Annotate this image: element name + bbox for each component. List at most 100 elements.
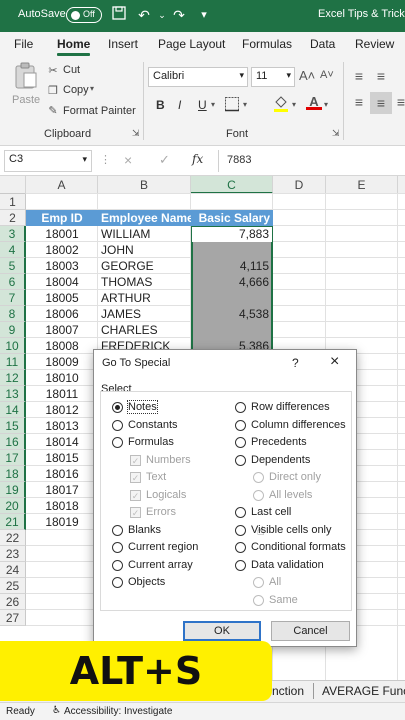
cell-employee-name[interactable]: THOMAS: [98, 274, 191, 290]
option-radio[interactable]: [235, 402, 246, 413]
tab-insert[interactable]: Insert: [108, 37, 138, 51]
row-header[interactable]: 12: [0, 370, 26, 386]
option-label[interactable]: Dependents: [251, 454, 310, 466]
cancel-entry-icon[interactable]: ×: [124, 152, 132, 168]
cell-emp-id[interactable]: 18017: [26, 482, 98, 498]
underline-button[interactable]: U: [198, 98, 207, 112]
cell-emp-id[interactable]: 18015: [26, 450, 98, 466]
option-label[interactable]: Notes: [127, 400, 158, 414]
row-header[interactable]: 11: [0, 354, 26, 370]
tab-formulas[interactable]: Formulas: [242, 37, 292, 51]
column-header-b[interactable]: B: [98, 176, 191, 194]
row-header[interactable]: 13: [0, 386, 26, 402]
cell-emp-id[interactable]: 18019: [26, 514, 98, 530]
cell-basic-salary[interactable]: [192, 290, 272, 306]
undo-icon[interactable]: ↶: [135, 6, 153, 24]
option-radio[interactable]: [235, 437, 246, 448]
option-radio[interactable]: [112, 542, 123, 553]
option-radio[interactable]: [235, 454, 246, 466]
save-icon[interactable]: [110, 6, 128, 24]
cut-icon[interactable]: ✂: [46, 64, 60, 77]
row-header[interactable]: 16: [0, 434, 26, 450]
option-radio[interactable]: [112, 524, 123, 536]
option-radio[interactable]: [112, 577, 123, 588]
tab-data[interactable]: Data: [310, 37, 335, 51]
cell-employee-name[interactable]: WILLIAM: [98, 226, 191, 242]
row-header[interactable]: 25: [0, 578, 26, 594]
name-box-dropdown-icon[interactable]: ▾: [82, 154, 87, 165]
header-cell-employee-name[interactable]: Employee Name: [98, 210, 191, 226]
option-radio[interactable]: [235, 507, 246, 518]
cell-emp-id[interactable]: 18001: [26, 226, 98, 242]
option-label[interactable]: Conditional formats: [251, 541, 346, 553]
column-header-d[interactable]: D: [273, 176, 326, 194]
column-header-e[interactable]: E: [326, 176, 398, 194]
insert-function-button[interactable]: fx: [192, 152, 203, 166]
cut-button[interactable]: Cut: [63, 64, 80, 76]
tab-page-layout[interactable]: Page Layout: [158, 37, 225, 51]
sheet-tab-function[interactable]: nction: [272, 684, 304, 698]
align-right-icon[interactable]: ≡: [395, 94, 405, 110]
cell-employee-name[interactable]: CHARLES: [98, 322, 191, 338]
row-header[interactable]: 20: [0, 498, 26, 514]
select-all-corner[interactable]: [0, 176, 26, 194]
option-label[interactable]: Data validation: [251, 559, 324, 571]
row-header[interactable]: 21: [0, 514, 26, 530]
option-radio[interactable]: [112, 402, 123, 413]
row-header[interactable]: 19: [0, 482, 26, 498]
font-size-box[interactable]: 11 ▾: [251, 67, 295, 87]
increase-font-icon[interactable]: A˄: [299, 68, 315, 83]
cell-basic-salary[interactable]: 4,666: [192, 274, 272, 290]
italic-button[interactable]: I: [178, 98, 181, 112]
cell-employee-name[interactable]: ARTHUR: [98, 290, 191, 306]
cell-emp-id[interactable]: 18011: [26, 386, 98, 402]
clipboard-launcher-icon[interactable]: ⇲: [132, 128, 140, 139]
option-label[interactable]: Constants: [128, 419, 178, 431]
column-header-c[interactable]: C: [191, 176, 273, 194]
autosave-toggle[interactable]: Off: [66, 7, 102, 23]
option-label[interactable]: Objects: [128, 576, 165, 588]
font-color-icon[interactable]: A: [306, 94, 322, 110]
cell-emp-id[interactable]: 18012: [26, 402, 98, 418]
cell-emp-id[interactable]: 18002: [26, 242, 98, 258]
option-label[interactable]: Formulas: [128, 436, 174, 448]
underline-dropdown-icon[interactable]: ▾: [211, 100, 215, 109]
undo-dropdown-icon[interactable]: ⌄: [153, 6, 171, 24]
cancel-button[interactable]: Cancel: [271, 621, 350, 641]
row-header[interactable]: 5: [0, 258, 26, 274]
cell-emp-id[interactable]: 18004: [26, 274, 98, 290]
cell-emp-id[interactable]: 18009: [26, 354, 98, 370]
header-cell-emp-id[interactable]: Emp ID: [26, 210, 98, 226]
option-radio[interactable]: [235, 559, 246, 571]
cell-emp-id[interactable]: 18010: [26, 370, 98, 386]
option-label[interactable]: Last cell: [251, 506, 291, 518]
tab-home[interactable]: Home: [57, 37, 91, 56]
row-header[interactable]: 9: [0, 322, 26, 338]
fill-color-icon[interactable]: [272, 94, 290, 115]
cell-employee-name[interactable]: JOHN: [98, 242, 191, 258]
row-header[interactable]: 3: [0, 226, 26, 242]
redo-icon[interactable]: ↷: [170, 6, 188, 24]
option-label[interactable]: Current array: [128, 559, 193, 571]
copy-icon[interactable]: ❐: [46, 84, 60, 97]
option-label[interactable]: Column differences: [251, 419, 346, 431]
cell-emp-id[interactable]: 18016: [26, 466, 98, 482]
cell-emp-id[interactable]: 18003: [26, 258, 98, 274]
row-header[interactable]: 18: [0, 466, 26, 482]
cell-emp-id[interactable]: 18005: [26, 290, 98, 306]
cell-basic-salary[interactable]: 4,115: [192, 258, 272, 274]
row-header[interactable]: 15: [0, 418, 26, 434]
row-header[interactable]: 27: [0, 610, 26, 626]
align-left-icon[interactable]: ≡: [350, 94, 368, 110]
name-box[interactable]: C3 ▾: [4, 150, 92, 172]
align-middle-icon[interactable]: ≡: [372, 68, 390, 84]
font-name-box[interactable]: Calibri ▾: [148, 67, 248, 87]
row-header[interactable]: 1: [0, 194, 26, 210]
borders-icon[interactable]: [224, 96, 240, 115]
customize-toolbar-icon[interactable]: ▾: [195, 6, 213, 24]
row-header[interactable]: 7: [0, 290, 26, 306]
option-label[interactable]: Row differences: [251, 401, 330, 413]
copy-dropdown-icon[interactable]: ▾: [90, 84, 94, 93]
row-header[interactable]: 2: [0, 210, 26, 226]
formula-input[interactable]: 7883: [227, 154, 251, 166]
